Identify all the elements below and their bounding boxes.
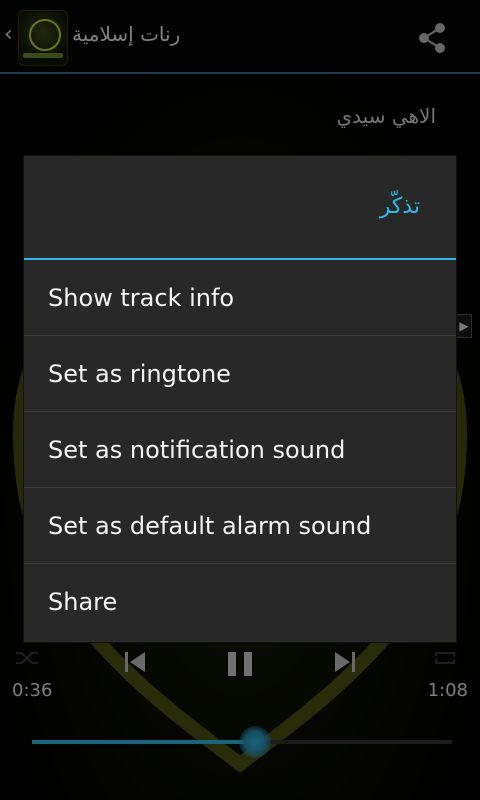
context-menu-dialog: تذكّر Show track info Set as ringtone Se…: [24, 156, 456, 642]
menu-item-set-as-ringtone[interactable]: Set as ringtone: [24, 336, 456, 412]
menu-item-set-as-default-alarm-sound[interactable]: Set as default alarm sound: [24, 488, 456, 564]
menu-item-show-track-info[interactable]: Show track info: [24, 260, 456, 336]
dialog-title: تذكّر: [379, 194, 420, 219]
menu-item-set-as-notification-sound[interactable]: Set as notification sound: [24, 412, 456, 488]
menu-item-share[interactable]: Share: [24, 564, 456, 640]
dialog-menu: Show track info Set as ringtone Set as n…: [24, 260, 456, 640]
